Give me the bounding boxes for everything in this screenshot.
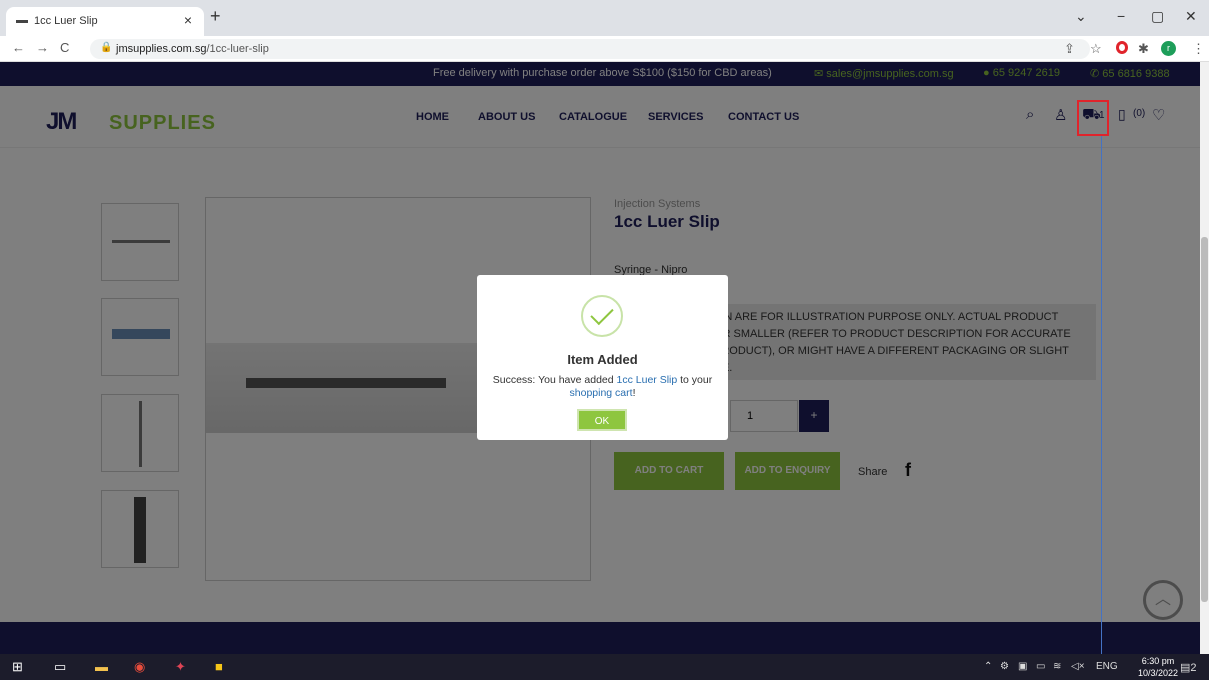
- favicon-icon: [16, 20, 28, 23]
- annotation-line: [1101, 136, 1102, 680]
- url-field[interactable]: 🔒 jmsupplies.com.sg/1cc-luer-slip: [90, 39, 1090, 59]
- maximize-button[interactable]: ▢: [1151, 8, 1164, 25]
- browser-tab-strip: 1cc Luer Slip × + ⌄ − ▢ ✕: [0, 0, 1209, 36]
- browser-tab[interactable]: 1cc Luer Slip ×: [6, 7, 204, 36]
- forward-icon[interactable]: →: [36, 40, 49, 55]
- chrome-icon[interactable]: ◉: [134, 659, 145, 675]
- product-link[interactable]: 1cc Luer Slip: [617, 374, 678, 386]
- tray-icon-1[interactable]: ⚙: [1000, 661, 1009, 672]
- tray-chevron-icon[interactable]: ⌃: [984, 661, 992, 672]
- volume-icon[interactable]: ◁×: [1071, 661, 1085, 672]
- share-page-icon[interactable]: ⇪: [1064, 41, 1075, 57]
- address-bar-row: ← → C 🔒 jmsupplies.com.sg/1cc-luer-slip …: [0, 36, 1209, 62]
- clock-date: 10/3/2022: [1138, 668, 1179, 678]
- taskbar-clock[interactable]: 6:30 pm 10/3/2022: [1138, 655, 1178, 679]
- dialog-title: Item Added: [567, 352, 638, 367]
- app-icon[interactable]: ✦: [175, 659, 186, 675]
- tab-close-button[interactable]: ×: [184, 12, 192, 28]
- language-indicator[interactable]: ENG: [1096, 661, 1118, 672]
- msg-suffix: !: [632, 387, 636, 399]
- dialog-message: Success: You have added 1cc Luer Slip to…: [485, 374, 720, 400]
- task-view-icon[interactable]: ▭: [54, 659, 66, 675]
- reload-icon[interactable]: C: [60, 40, 69, 55]
- new-tab-button[interactable]: +: [210, 6, 221, 27]
- wifi-icon[interactable]: ≋: [1053, 661, 1061, 672]
- scrollbar-thumb[interactable]: [1201, 237, 1208, 602]
- minimize-button[interactable]: −: [1117, 8, 1125, 24]
- item-added-dialog: Item Added Success: You have added 1cc L…: [477, 275, 728, 440]
- msg-prefix: Success: You have added: [492, 374, 617, 386]
- tray-icon-2[interactable]: ▣: [1018, 661, 1027, 672]
- tab-title: 1cc Luer Slip: [34, 15, 98, 27]
- clock-time: 6:30 pm: [1141, 656, 1175, 666]
- profile-avatar[interactable]: r: [1161, 41, 1176, 56]
- tab-search-icon[interactable]: ⌄: [1075, 8, 1087, 25]
- ok-button[interactable]: OK: [577, 409, 627, 431]
- windows-start-icon[interactable]: ⊞: [12, 659, 23, 675]
- window-close-button[interactable]: ✕: [1185, 8, 1197, 25]
- screen: { "browser": { "tab_title": "1cc Luer Sl…: [0, 0, 1209, 680]
- success-check-icon: [581, 295, 623, 337]
- msg-middle: to your: [677, 374, 713, 386]
- extensions-puzzle-icon[interactable]: ✱: [1138, 41, 1149, 57]
- sticky-notes-icon[interactable]: ■: [215, 659, 223, 674]
- url-domain: jmsupplies.com.sg: [116, 43, 207, 55]
- file-explorer-icon[interactable]: ▬: [95, 659, 108, 674]
- back-icon[interactable]: ←: [12, 40, 25, 55]
- url-path: /1cc-luer-slip: [206, 43, 269, 55]
- notification-count: 2: [1190, 662, 1197, 674]
- page-scrollbar[interactable]: [1200, 62, 1209, 654]
- lock-icon: 🔒: [100, 42, 113, 53]
- browser-menu-icon[interactable]: ⋮: [1192, 41, 1205, 57]
- bookmark-star-icon[interactable]: ☆: [1090, 41, 1102, 57]
- battery-icon[interactable]: ▭: [1036, 661, 1045, 672]
- shopping-cart-link[interactable]: shopping cart: [570, 387, 633, 399]
- notification-icon[interactable]: ▤2: [1180, 661, 1197, 674]
- windows-taskbar: ⊞ ▭ ▬ ◉ ✦ ■ ⌃ ⚙ ▣ ▭ ≋ ◁× ENG 6:30 pm 10/…: [0, 654, 1209, 680]
- opera-extension-icon[interactable]: [1116, 41, 1128, 54]
- cart-highlight-box: [1077, 100, 1109, 136]
